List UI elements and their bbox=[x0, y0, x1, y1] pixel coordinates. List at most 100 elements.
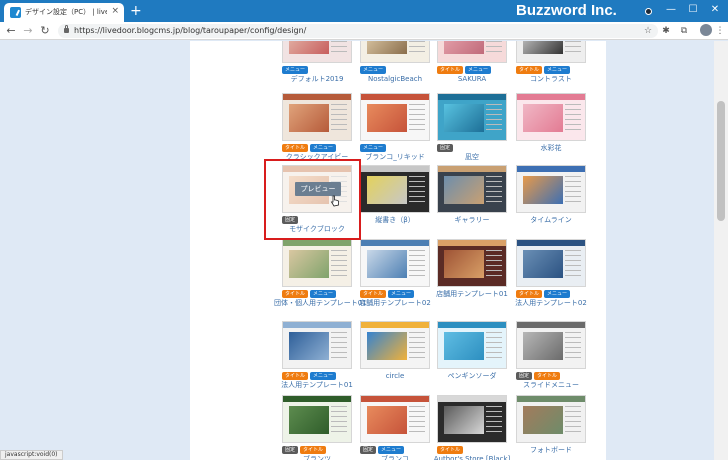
theme-thumbnail[interactable] bbox=[516, 93, 586, 141]
theme-thumbnail[interactable] bbox=[282, 239, 352, 287]
theme-card[interactable]: タイトル メニュー 法人用テンプレート01 bbox=[281, 321, 353, 401]
fixed-badge: 固定 bbox=[437, 144, 454, 152]
theme-thumbnail[interactable] bbox=[516, 321, 586, 369]
theme-thumbnail[interactable] bbox=[516, 41, 586, 63]
thumbnail-image bbox=[523, 176, 563, 204]
theme-thumbnail[interactable] bbox=[360, 321, 430, 369]
maximize-icon[interactable]: ☐ bbox=[686, 3, 700, 17]
theme-thumbnail[interactable] bbox=[437, 165, 507, 213]
star-icon[interactable]: ☆ bbox=[642, 25, 654, 37]
theme-name[interactable]: 店舗用テンプレート01 bbox=[429, 290, 515, 299]
theme-thumbnail[interactable] bbox=[360, 239, 430, 287]
theme-name[interactable]: circle bbox=[352, 372, 438, 381]
theme-name[interactable]: ブランコ_リキッド bbox=[352, 153, 438, 162]
scroll-thumb[interactable] bbox=[717, 101, 725, 221]
menu-badge: メニュー bbox=[378, 446, 405, 454]
theme-thumbnail[interactable] bbox=[437, 321, 507, 369]
theme-thumbnail[interactable] bbox=[282, 41, 352, 63]
lock-icon[interactable] bbox=[64, 25, 69, 33]
reload-icon[interactable]: ↻ bbox=[38, 23, 52, 39]
theme-name[interactable]: 店舗用テンプレート02 bbox=[352, 299, 438, 308]
theme-thumbnail[interactable] bbox=[360, 395, 430, 443]
theme-card[interactable]: ペンギンソーダ bbox=[437, 321, 507, 401]
theme-name[interactable]: 水彩花 bbox=[508, 144, 594, 153]
theme-thumbnail[interactable] bbox=[360, 41, 430, 63]
title-badge: タイトル bbox=[282, 372, 309, 380]
theme-thumbnail[interactable] bbox=[360, 165, 430, 213]
extension-icon[interactable]: ✱ bbox=[660, 25, 672, 37]
theme-card[interactable]: タイトル メニュー 店舗用テンプレート02 bbox=[359, 239, 431, 319]
theme-badges: メニュー bbox=[360, 66, 388, 75]
thumbnail-text-lines bbox=[486, 176, 502, 204]
theme-thumbnail[interactable] bbox=[516, 165, 586, 213]
profile-avatar[interactable] bbox=[700, 24, 712, 36]
theme-name[interactable]: SAKURA bbox=[429, 75, 515, 84]
theme-name[interactable]: 凪空 bbox=[429, 153, 515, 162]
theme-card[interactable]: タイムライン bbox=[516, 165, 586, 245]
theme-card[interactable]: 固定 タイトル スライドメニュー bbox=[516, 321, 586, 401]
back-icon[interactable]: ← bbox=[4, 23, 18, 39]
address-bar[interactable]: https://livedoor.blogcms.jp/blog/taroupa… bbox=[58, 24, 658, 38]
theme-thumbnail[interactable] bbox=[437, 93, 507, 141]
theme-name[interactable]: タイムライン bbox=[508, 216, 594, 225]
theme-name[interactable]: 法人用テンプレート02 bbox=[508, 299, 594, 308]
thumbnail-header bbox=[438, 322, 506, 328]
menu-icon[interactable]: ⋮ bbox=[714, 25, 726, 37]
url-text[interactable]: https://livedoor.blogcms.jp/blog/taroupa… bbox=[74, 26, 306, 35]
theme-thumbnail[interactable] bbox=[437, 395, 507, 443]
theme-card[interactable]: 固定 タイトル ブランツ bbox=[282, 395, 352, 460]
theme-card[interactable]: メニュー デフォルト2019 bbox=[282, 41, 352, 95]
forward-icon[interactable]: → bbox=[21, 23, 35, 39]
theme-card[interactable]: 店舗用テンプレート01 bbox=[436, 239, 508, 319]
menu-badge: メニュー bbox=[310, 372, 337, 380]
theme-card[interactable]: フォトボード bbox=[516, 395, 586, 460]
theme-name[interactable]: フォトボード bbox=[508, 446, 594, 455]
theme-name[interactable]: スライドメニュー bbox=[508, 381, 594, 390]
theme-thumbnail[interactable] bbox=[282, 321, 352, 369]
theme-card[interactable]: メニュー NostalgicBeach bbox=[360, 41, 430, 95]
menu-badge: メニュー bbox=[310, 290, 337, 298]
new-tab-button[interactable]: + bbox=[130, 3, 142, 19]
theme-card[interactable]: ギャラリー bbox=[437, 165, 507, 245]
theme-name[interactable]: ペンギンソーダ bbox=[429, 372, 515, 381]
theme-thumbnail[interactable] bbox=[437, 239, 507, 287]
thumbnail-image bbox=[444, 332, 484, 360]
theme-name[interactable]: ギャラリー bbox=[429, 216, 515, 225]
fixed-badge: 固定 bbox=[516, 372, 533, 380]
tab-close-icon[interactable]: × bbox=[111, 6, 119, 17]
puzzle-icon[interactable]: ⧉ bbox=[678, 25, 690, 37]
theme-card[interactable]: 縦書き（β） bbox=[360, 165, 430, 245]
theme-card[interactable]: 固定 凪空 bbox=[437, 93, 507, 173]
theme-thumbnail[interactable] bbox=[437, 41, 507, 63]
theme-name[interactable]: 団体・個人用テンプレート01 bbox=[274, 299, 367, 308]
theme-name[interactable]: 縦書き（β） bbox=[352, 216, 438, 225]
theme-thumbnail[interactable] bbox=[516, 239, 586, 287]
theme-name[interactable]: ブランコ bbox=[352, 455, 438, 460]
theme-name[interactable]: コントラスト bbox=[508, 75, 594, 84]
theme-card[interactable]: circle bbox=[360, 321, 430, 401]
theme-thumbnail[interactable] bbox=[360, 93, 430, 141]
fixed-badge: 固定 bbox=[282, 446, 299, 454]
theme-thumbnail[interactable] bbox=[282, 93, 352, 141]
theme-name[interactable]: 法人用テンプレート01 bbox=[274, 381, 360, 390]
livedoor-favicon-icon bbox=[10, 7, 21, 18]
theme-name[interactable]: NostalgicBeach bbox=[352, 75, 438, 84]
theme-name[interactable]: ブランツ bbox=[274, 455, 360, 460]
theme-card[interactable]: タイトル メニュー SAKURA bbox=[437, 41, 507, 95]
theme-name[interactable]: Author's Store [Black] bbox=[429, 455, 515, 460]
theme-card[interactable]: タイトル Author's Store [Black] bbox=[434, 395, 510, 460]
minimize-icon[interactable]: — bbox=[664, 3, 678, 17]
theme-card[interactable]: 水彩花 bbox=[516, 93, 586, 173]
theme-name[interactable]: デフォルト2019 bbox=[274, 75, 360, 84]
scrollbar[interactable] bbox=[714, 41, 728, 460]
menu-badge: メニュー bbox=[360, 66, 387, 74]
theme-thumbnail[interactable] bbox=[282, 395, 352, 443]
theme-card[interactable]: タイトル メニュー 団体・個人用テンプレート01 bbox=[274, 239, 367, 319]
close-window-icon[interactable]: ✕ bbox=[708, 3, 722, 17]
theme-thumbnail[interactable] bbox=[516, 395, 586, 443]
theme-card[interactable]: タイトル メニュー コントラスト bbox=[516, 41, 586, 95]
theme-card[interactable]: タイトル メニュー 法人用テンプレート02 bbox=[515, 239, 587, 319]
theme-card[interactable]: メニュー ブランコ_リキッド bbox=[360, 93, 430, 173]
theme-card[interactable]: 固定 メニュー ブランコ bbox=[360, 395, 430, 460]
browser-tab[interactable]: デザイン設定（PC） | livedoor Blog × bbox=[4, 3, 124, 22]
